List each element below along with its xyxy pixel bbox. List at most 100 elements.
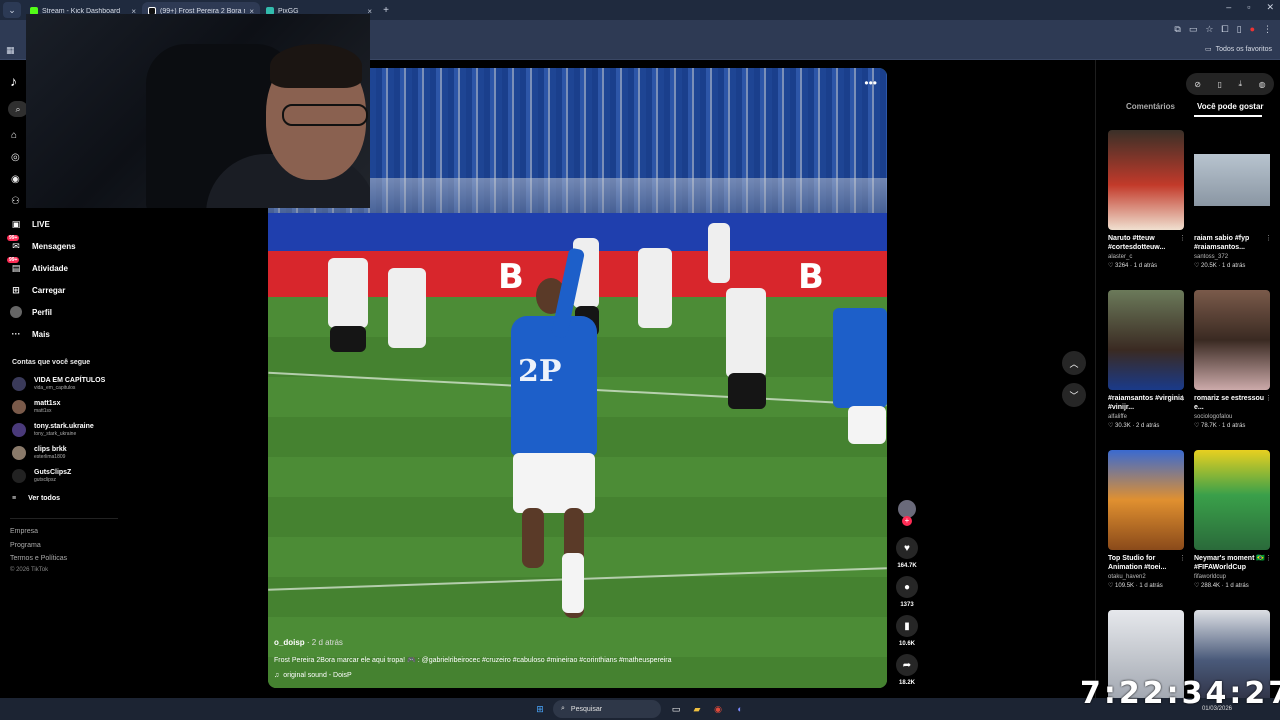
kebab-menu-icon[interactable]: ⋮	[1263, 24, 1272, 35]
next-video-button[interactable]: ﹀	[1062, 383, 1086, 407]
start-icon[interactable]: ⊞	[532, 701, 548, 717]
toolbar-icons: ⧉ ▭ ☆ ⧠ ▯ ● ⋮	[1174, 24, 1272, 35]
star-icon[interactable]: ☆	[1205, 24, 1213, 35]
profile-avatar-icon[interactable]: ●	[1250, 24, 1255, 35]
nav-messages[interactable]: ✉ 99+ Mensagens	[7, 235, 76, 252]
following-account[interactable]: VIDA EM CAPÍTULOS vida_em_capitulos	[12, 377, 105, 391]
friends-icon[interactable]: ⚇	[11, 196, 20, 207]
card-title: Naruto #tteuw #cortesdotteuw...	[1108, 235, 1166, 251]
search-icon[interactable]: ⌕	[8, 101, 28, 117]
tab-comments[interactable]: Comentários	[1126, 102, 1175, 111]
close-window-icon[interactable]: ✕	[1266, 2, 1274, 13]
recommended-video[interactable]: romariz se estressou e... sociologofalou…	[1194, 290, 1272, 429]
stream-timer: 7:22:34:27	[1080, 676, 1280, 711]
nav-more[interactable]: ··· Mais	[10, 328, 50, 340]
account-handle: esterlima1809	[34, 454, 66, 460]
card-more-icon[interactable]: ⋮	[1265, 234, 1272, 242]
tab-you-may-like[interactable]: Você pode gostar	[1197, 102, 1264, 111]
cast-icon[interactable]: ▭	[1189, 24, 1198, 35]
card-more-icon[interactable]: ⋮	[1179, 554, 1186, 562]
download-icon[interactable]: ⤓	[1239, 79, 1243, 89]
heart-icon: ♥	[904, 542, 910, 554]
following-account[interactable]: tony.stark.ukraine tony_stark_ukraine	[12, 423, 94, 437]
minimize-icon[interactable]: –	[1226, 2, 1231, 13]
account-handle: vida_em_capitulos	[34, 385, 76, 391]
card-more-icon[interactable]: ⋮	[1265, 554, 1272, 562]
file-explorer-icon[interactable]: ▰	[689, 701, 705, 717]
avatar	[12, 423, 26, 437]
account-handle: gutsclipsz	[34, 477, 56, 483]
video-author[interactable]: o_doisp	[274, 638, 305, 647]
previous-video-button[interactable]: ︿	[1062, 351, 1086, 375]
card-more-icon[interactable]: ⋮	[1179, 234, 1186, 242]
upload-icon: ⊞	[12, 284, 20, 295]
share-button[interactable]: ➦	[896, 654, 918, 676]
chevron-up-icon: ︿	[1069, 358, 1079, 369]
following-account[interactable]: clips brkk esterlima1809	[12, 446, 67, 460]
nav-label: Carregar	[32, 285, 66, 295]
card-stats: ♡ 288.4K · 1 d atrás	[1194, 583, 1249, 589]
video-thumbnail	[1194, 450, 1270, 550]
nav-profile[interactable]: Perfil	[10, 306, 52, 318]
card-title: raiam sabio #fyp #raiamsantos...	[1194, 235, 1250, 251]
music-note-icon: ♫	[274, 672, 280, 679]
following-account[interactable]: matt1sx matt1sx	[12, 400, 60, 414]
player	[848, 406, 886, 444]
tab-search-icon[interactable]: ⌄	[3, 2, 21, 18]
player	[833, 308, 887, 408]
taskbar-search[interactable]: ⌕ Pesquisar	[553, 700, 661, 718]
more-options-icon[interactable]: •••	[864, 76, 877, 90]
tiktok-logo-icon[interactable]: ♪	[10, 73, 26, 89]
chrome-icon[interactable]: ◉	[710, 701, 726, 717]
recommended-video[interactable]: Naruto #tteuw #cortesdotteuw... alaster_…	[1108, 130, 1186, 269]
device-icon[interactable]: ▯	[1218, 80, 1222, 89]
sidebar-icon[interactable]: ▯	[1237, 24, 1242, 35]
explore-icon[interactable]: ◎	[11, 152, 20, 163]
nav-upload[interactable]: ⊞ Carregar	[10, 284, 65, 296]
apps-grid-icon[interactable]: ▦	[6, 45, 15, 56]
recommended-video[interactable]: Top Studio for Animation #toei... otaku_…	[1108, 450, 1186, 589]
nav-live[interactable]: ▣ LIVE	[10, 218, 50, 230]
recommended-video[interactable]: Neymar's moment 🇧🇷 #FIFAWorldCup fifawor…	[1194, 450, 1272, 589]
footer-link-terms[interactable]: Termos e Políticas	[10, 555, 67, 562]
new-tab-button[interactable]: +	[378, 5, 394, 16]
home-icon[interactable]: ⌂	[11, 130, 17, 141]
card-author: sociologofalou	[1194, 414, 1233, 420]
following-icon[interactable]: ◉	[11, 174, 20, 185]
recommended-video[interactable]: raiam sabio #fyp #raiamsantos... santoss…	[1194, 130, 1272, 269]
video-sound[interactable]: ♫ original sound - DoisP	[274, 672, 352, 679]
extensions-icon[interactable]: ⧠	[1221, 24, 1228, 35]
card-more-icon[interactable]: ⋮	[1265, 394, 1272, 402]
player	[388, 268, 426, 348]
following-account[interactable]: GutsClipsZ gutsclipsz	[12, 469, 71, 483]
active-tab-indicator	[1194, 115, 1262, 117]
nav-activity[interactable]: ▤ 99+ Atividade	[7, 257, 68, 274]
all-bookmarks[interactable]: ▭ Todos os favoritos	[1205, 45, 1272, 54]
messages-icon: ✉ 99+	[7, 235, 20, 251]
account-name: matt1sx	[34, 400, 61, 407]
main-player-leg	[522, 508, 544, 568]
activity-badge: 99+	[7, 257, 20, 263]
video-description: Frost Pereira 2Bora marcar ele aqui trop…	[274, 657, 672, 664]
footer-link-program[interactable]: Programa	[10, 542, 41, 549]
copyright: © 2026 TikTok	[10, 567, 49, 573]
card-more-icon[interactable]: ⋮	[1179, 394, 1186, 402]
avatar	[12, 377, 26, 391]
player	[726, 288, 766, 378]
like-button[interactable]: ♥	[896, 537, 918, 559]
footer-link-company[interactable]: Empresa	[10, 528, 38, 535]
account-name: tony.stark.ukraine	[34, 423, 94, 430]
maximize-icon[interactable]: ▫	[1247, 2, 1250, 13]
comment-button[interactable]: ●	[896, 576, 918, 598]
task-view-icon[interactable]: ▭	[668, 701, 684, 717]
see-all-link[interactable]: ≡ Ver todos	[12, 495, 60, 502]
follow-plus-icon[interactable]: +	[902, 516, 912, 526]
autoscroll-icon[interactable]: ⊘	[1194, 80, 1201, 89]
save-button[interactable]: ▮	[896, 615, 918, 637]
translate-icon[interactable]: ⧉	[1174, 24, 1180, 35]
account-avatar-icon[interactable]: ◍	[1259, 80, 1266, 89]
card-author: alaster_c	[1108, 254, 1133, 260]
save-count: 10.6K	[898, 641, 915, 647]
discord-icon[interactable]: ◐	[732, 701, 748, 717]
recommended-video[interactable]: #raiamsantos #virginia #vinijr... alfali…	[1108, 290, 1186, 429]
